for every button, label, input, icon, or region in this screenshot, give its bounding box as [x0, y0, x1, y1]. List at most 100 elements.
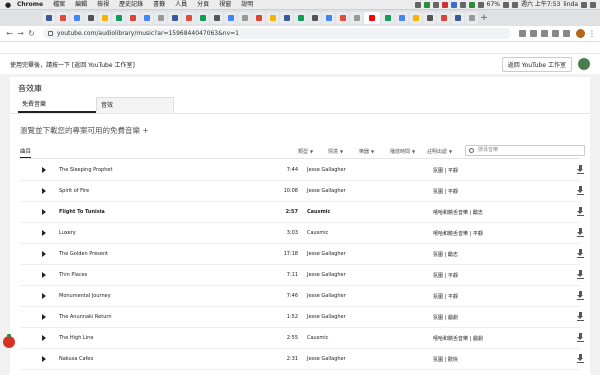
extension-icon[interactable] [552, 30, 559, 37]
filter-duration[interactable]: 播放時間 ▼ [390, 148, 415, 155]
track-row[interactable]: Luxery 3:03 Causmic 嘻哈和饒舌音樂 | 平靜 [20, 223, 584, 244]
track-artist[interactable]: Jesse Gallagher [307, 167, 427, 173]
menu-edit[interactable]: 編輯 [70, 0, 92, 9]
battery-percent[interactable]: 67% [487, 0, 500, 9]
browser-tab[interactable] [409, 12, 422, 24]
browser-tab[interactable] [322, 12, 335, 24]
apple-icon[interactable]: ● [4, 0, 12, 9]
browser-tab[interactable] [395, 12, 408, 24]
plus-icon[interactable]: + [142, 126, 148, 135]
browser-tab[interactable] [423, 12, 436, 24]
tracks-tab[interactable]: 曲目 [20, 147, 32, 158]
download-icon[interactable] [577, 249, 585, 259]
browser-tab[interactable] [98, 12, 111, 24]
track-artist[interactable]: Jesse Gallagher [307, 314, 427, 320]
menu-window[interactable]: 視窗 [214, 0, 236, 9]
track-artist[interactable]: Causmic [307, 335, 427, 341]
play-icon[interactable] [42, 293, 46, 299]
menu-bookmarks[interactable]: 書籤 [148, 0, 170, 9]
browser-tab[interactable] [84, 12, 97, 24]
status-icon[interactable] [441, 1, 448, 8]
extension-icon[interactable] [541, 30, 548, 37]
play-icon[interactable] [42, 188, 46, 194]
status-icon[interactable] [468, 1, 475, 8]
control-center-icon[interactable] [590, 1, 596, 8]
track-artist[interactable]: Jesse Gallagher [307, 251, 427, 257]
track-artist[interactable]: Jesse Gallagher [307, 188, 427, 194]
play-icon[interactable] [42, 209, 46, 215]
tomato-timer-icon[interactable] [3, 334, 15, 348]
download-icon[interactable] [577, 312, 585, 322]
download-icon[interactable] [577, 207, 585, 217]
track-artist[interactable]: Jesse Gallagher [307, 293, 427, 299]
search-music-input[interactable]: 搜尋音樂 [465, 145, 585, 156]
track-row[interactable]: Thin Places 7:11 Jesse Gallagher 氛圍 | 平靜 [20, 265, 584, 286]
browser-tab[interactable] [196, 12, 209, 24]
browser-tab[interactable] [294, 12, 307, 24]
browser-tab[interactable] [437, 12, 450, 24]
menu-file[interactable]: 檔案 [48, 0, 70, 9]
browser-tab[interactable] [70, 12, 83, 24]
download-icon[interactable] [577, 333, 585, 343]
browser-tab[interactable] [451, 12, 464, 24]
browser-tab[interactable] [112, 12, 125, 24]
track-row[interactable]: Flight To Tunisia 2:57 Causmic 嘻哈和饒舌音樂 | 勵志 [20, 202, 584, 223]
menu-help[interactable]: 說明 [236, 0, 258, 9]
browser-tab[interactable] [154, 12, 167, 24]
track-row[interactable]: Monumental Journey 7:46 Jesse Gallagher 氛圍 … [20, 286, 584, 307]
extension-icon[interactable] [563, 30, 570, 37]
track-artist[interactable]: Jesse Gallagher [307, 356, 427, 362]
track-artist[interactable]: Jesse Gallagher [307, 272, 427, 278]
browser-tab[interactable] [182, 12, 195, 24]
menu-tab[interactable]: 分頁 [192, 0, 214, 9]
track-row[interactable]: The Golden Present 17:18 Jesse Gallagher 氛圍… [20, 244, 584, 265]
status-icon[interactable] [432, 1, 439, 8]
browser-tab[interactable] [280, 12, 293, 24]
browser-tab[interactable] [308, 12, 321, 24]
play-icon[interactable] [42, 335, 46, 341]
download-icon[interactable] [577, 186, 585, 196]
download-icon[interactable] [577, 291, 585, 301]
track-row[interactable]: Nakusa Cafeo 2:31 Jesse Gallagher 氛圍 | 歡快 [20, 349, 584, 370]
status-icon[interactable] [459, 1, 466, 8]
browser-tab[interactable] [252, 12, 265, 24]
filter-mood[interactable]: 情境 ▼ [328, 148, 343, 155]
wifi-icon[interactable] [477, 1, 484, 8]
download-icon[interactable] [577, 165, 585, 175]
play-icon[interactable] [42, 272, 46, 278]
browser-tab[interactable] [168, 12, 181, 24]
filter-instrument[interactable]: 樂器 ▼ [359, 148, 374, 155]
download-icon[interactable] [577, 354, 585, 364]
play-icon[interactable] [42, 230, 46, 236]
track-row[interactable]: The Sleeping Prophet 7:44 Jesse Gallagher 氛… [20, 160, 584, 181]
new-tab-button[interactable]: + [479, 12, 489, 24]
menubar-clock[interactable]: 週六 上午7:53 [521, 0, 560, 9]
browser-tab[interactable] [381, 12, 394, 24]
search-icon[interactable] [581, 1, 587, 8]
address-bar[interactable]: youtube.com/audiolibrary/music?ar=159684… [43, 28, 511, 39]
extension-icon[interactable] [530, 30, 537, 37]
browser-tab[interactable] [266, 12, 279, 24]
play-icon[interactable] [42, 167, 46, 173]
download-icon[interactable] [577, 270, 585, 280]
play-icon[interactable] [42, 356, 46, 362]
browser-tab-active[interactable] [364, 12, 380, 24]
download-icon[interactable] [577, 228, 585, 238]
browser-tab[interactable] [465, 12, 478, 24]
play-icon[interactable] [42, 251, 46, 257]
browser-tab[interactable] [140, 12, 153, 24]
status-icon[interactable] [423, 1, 430, 8]
menu-history[interactable]: 歷史記錄 [114, 0, 148, 9]
filter-genre[interactable]: 類型 ▼ [298, 148, 313, 155]
browser-tab[interactable] [126, 12, 139, 24]
profile-avatar[interactable] [576, 29, 585, 38]
browser-tab[interactable] [350, 12, 363, 24]
track-row[interactable]: The High Line 2:55 Causmic 嘻哈和饒舌音樂 | 戲劇 [20, 328, 584, 349]
forward-arrow-icon[interactable]: → [15, 29, 26, 38]
filter-attribution[interactable]: 註明出處 ▼ [427, 148, 452, 155]
browser-tab[interactable] [56, 12, 69, 24]
browser-tab[interactable] [224, 12, 237, 24]
track-artist[interactable]: Causmic [307, 230, 427, 236]
menu-view[interactable]: 檢視 [92, 0, 114, 9]
status-icon[interactable] [450, 1, 457, 8]
